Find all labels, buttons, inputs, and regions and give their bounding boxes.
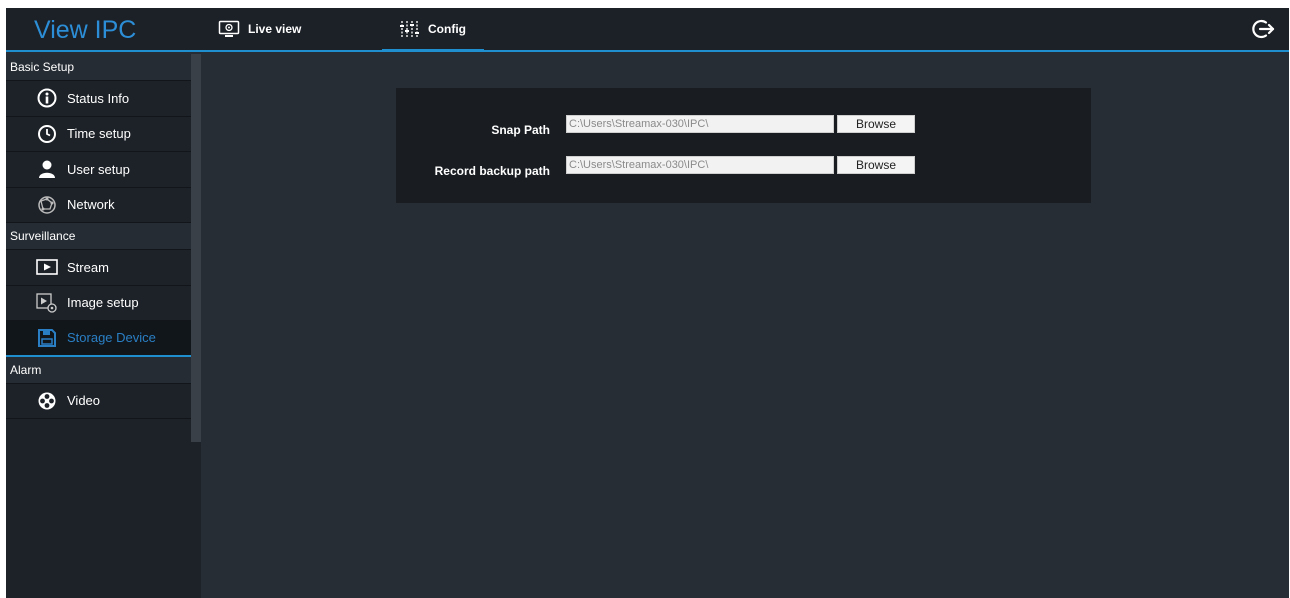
sliders-icon <box>398 20 420 38</box>
info-icon <box>36 87 58 109</box>
group-basic-setup[interactable]: Basic Setup <box>6 54 201 81</box>
sidebar-item-label: Time setup <box>67 126 131 142</box>
sidebar-item-label: Storage Device <box>67 330 156 346</box>
snap-path-input[interactable] <box>566 115 834 133</box>
tab-live-view-label: Live view <box>248 22 302 36</box>
sidebar-item-label: Stream <box>67 259 109 275</box>
logout-icon[interactable] <box>1251 17 1275 41</box>
sidebar-scrollbar[interactable] <box>191 54 201 442</box>
sidebar-item-label: Network <box>67 197 115 213</box>
group-surveillance[interactable]: Surveillance <box>6 223 201 250</box>
sidebar-item-label: Video <box>67 393 101 409</box>
clock-icon <box>36 123 58 145</box>
sidebar-item-video[interactable]: Video <box>6 383 201 419</box>
record-path-input[interactable] <box>566 156 834 174</box>
film-reel-icon <box>36 390 58 412</box>
record-path-browse-button[interactable]: Browse <box>837 156 915 174</box>
user-icon <box>36 158 58 180</box>
snap-path-browse-button[interactable]: Browse <box>837 115 915 133</box>
sidebar-item-label: Status Info <box>67 90 130 106</box>
app-window: View IPC Live view Config Basic Setup St… <box>6 8 1289 598</box>
sidebar-item-network[interactable]: Network <box>6 187 201 223</box>
snap-path-label: Snap Path <box>491 123 550 137</box>
tab-config-label: Config <box>428 21 466 36</box>
image-settings-icon <box>36 292 58 314</box>
sidebar-item-label: User setup <box>67 161 130 177</box>
sidebar-item-label: Image setup <box>67 295 139 311</box>
sidebar-item-image-setup[interactable]: Image setup <box>6 285 201 321</box>
sidebar-item-status-info[interactable]: Status Info <box>6 81 201 117</box>
sidebar-item-stream[interactable]: Stream <box>6 250 201 286</box>
record-path-row: Record backup path Browse <box>396 156 1091 178</box>
tab-config[interactable]: Config <box>382 8 484 52</box>
sidebar: Basic Setup Status Info Time setup User … <box>6 54 201 598</box>
sidebar-item-time-setup[interactable]: Time setup <box>6 116 201 152</box>
network-icon <box>36 194 58 216</box>
record-path-label: Record backup path <box>434 164 550 178</box>
monitor-icon <box>218 20 240 38</box>
brand-logo: View IPC <box>34 16 137 44</box>
top-bar: View IPC Live view Config <box>6 8 1289 52</box>
tab-live-view[interactable]: Live view <box>218 8 301 50</box>
sidebar-item-storage-device[interactable]: Storage Device <box>6 321 201 357</box>
save-icon <box>36 327 58 349</box>
play-icon <box>36 256 58 278</box>
snap-path-row: Snap Path Browse <box>396 115 1091 137</box>
sidebar-item-user-setup[interactable]: User setup <box>6 152 201 188</box>
group-alarm[interactable]: Alarm <box>6 356 201 384</box>
storage-settings-panel: Snap Path Browse Record backup path Brow… <box>396 88 1091 203</box>
